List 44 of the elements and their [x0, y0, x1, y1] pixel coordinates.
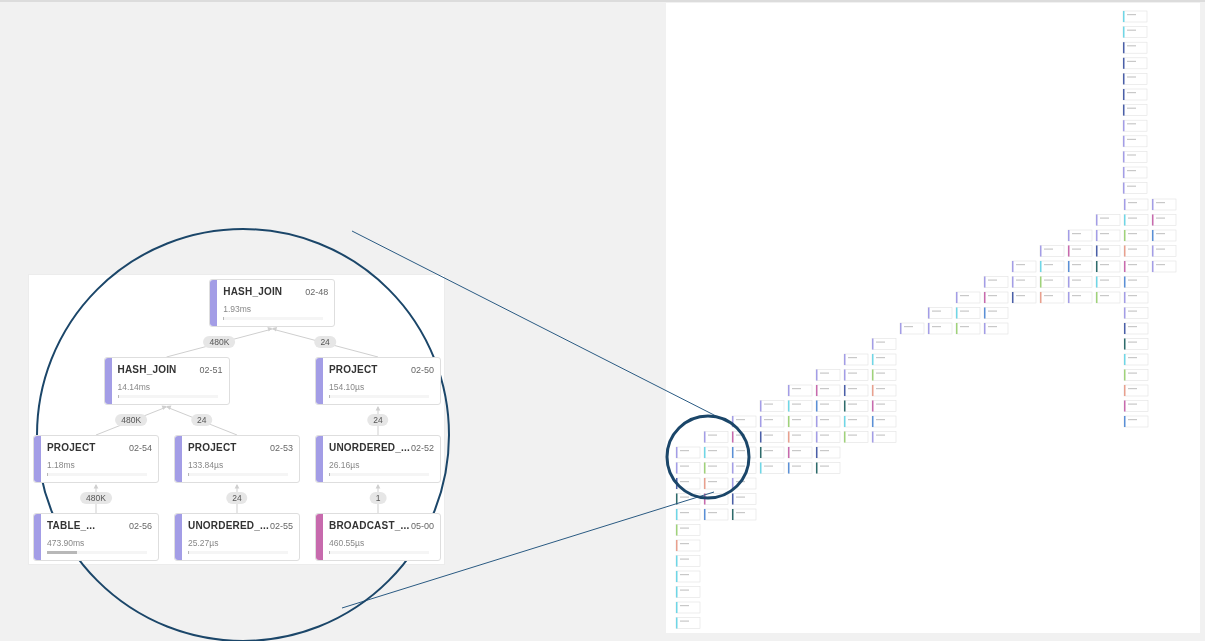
- plan-node[interactable]: TABLE_... 02-56 473.90ms: [33, 513, 159, 561]
- operator-time: 154.10µs: [329, 382, 366, 392]
- operator-name: PROJECT: [188, 442, 237, 453]
- row-count-badge: 24: [314, 336, 336, 348]
- plan-node[interactable]: UNORDERED_...02-55 25.27µs: [174, 513, 300, 561]
- operator-time: 133.84µs: [188, 460, 225, 470]
- operator-time: 473.90ms: [47, 538, 86, 548]
- row-count-badge: 1: [369, 492, 387, 504]
- operator-id: 02-56: [128, 520, 152, 531]
- operator-name: UNORDERED_...: [188, 520, 269, 531]
- operator-name: BROADCAST_...: [329, 520, 410, 531]
- operator-name: TABLE_...: [47, 520, 96, 531]
- operator-id: 02-55: [269, 520, 293, 531]
- row-count-badge: 480K: [203, 336, 236, 348]
- operator-time: 26.16µs: [329, 460, 361, 470]
- row-count-badge: 480K: [115, 414, 148, 426]
- operator-name: PROJECT: [329, 364, 378, 375]
- operator-time: 1.93ms: [223, 304, 253, 314]
- operator-time: 1.18ms: [47, 460, 76, 470]
- row-count-badge: 24: [226, 492, 248, 504]
- plan-node[interactable]: PROJECT 02-53 133.84µs: [174, 435, 300, 483]
- operator-name: HASH_JOIN: [223, 286, 283, 297]
- operator-id: 02-51: [199, 364, 223, 375]
- operator-time: 25.27µs: [188, 538, 220, 548]
- operator-id: 02-54: [128, 442, 152, 453]
- operator-id: 05-00: [410, 520, 434, 531]
- operator-id: 02-52: [410, 442, 434, 453]
- plan-node[interactable]: BROADCAST_...05-00 460.55µs: [315, 513, 441, 561]
- plan-node[interactable]: PROJECT 02-50 154.10µs: [315, 357, 441, 405]
- operator-id: 02-50: [410, 364, 434, 375]
- row-count-badge: 480K: [80, 492, 112, 504]
- plan-node[interactable]: HASH_JOIN 02-51 14.14ms: [103, 357, 230, 405]
- operator-time: 460.55µs: [329, 538, 366, 548]
- operator-id: 02-53: [269, 442, 293, 453]
- plan-node[interactable]: HASH_JOIN 02-48 1.93ms: [209, 279, 336, 327]
- row-count-badge: 24: [191, 414, 213, 426]
- plan-node[interactable]: PROJECT 02-54 1.18ms: [33, 435, 159, 483]
- operator-name: PROJECT: [47, 442, 96, 453]
- plan-node[interactable]: UNORDERED_...02-52 26.16µs: [315, 435, 441, 483]
- operator-name: UNORDERED_...: [329, 442, 410, 453]
- operator-id: 02-48: [305, 286, 329, 297]
- operator-time: 14.14ms: [117, 382, 152, 392]
- operator-name: HASH_JOIN: [117, 364, 177, 375]
- row-count-badge: 24: [367, 414, 389, 426]
